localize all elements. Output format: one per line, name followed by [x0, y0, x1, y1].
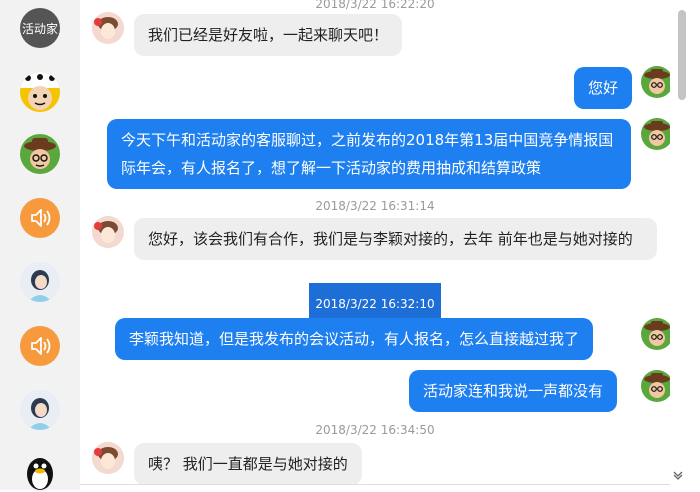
speaker-icon: [31, 209, 51, 227]
message-bubble-sent: 今天下午和活动家的客服聊过，之前发布的2018年第13届中国竞争情报国际年会，有…: [107, 119, 631, 189]
anime-avatar-icon: [20, 72, 60, 110]
scrollbar-thumb[interactable]: [678, 10, 686, 100]
cowboy-avatar-icon: [24, 138, 56, 169]
contact-avatar-girl-2[interactable]: [20, 390, 60, 430]
cowboy-avatar-icon: [644, 321, 670, 346]
qq-penguin-icon: [27, 458, 53, 490]
agent-avatar: [92, 12, 124, 44]
user-avatar: [641, 66, 670, 98]
chat-window: 2018/3/22 16:22:20 我们已经是好友啦，一起来聊天吧！ 您好 今…: [80, 0, 670, 490]
collapse-chevron-icon[interactable]: [672, 468, 684, 484]
agent-avatar-icon: [92, 12, 124, 44]
message-bubble-sent: 李颖我知道，但是我发布的会议活动，有人报名，怎么直接越过我了: [115, 318, 594, 360]
agent-avatar-icon: [92, 442, 124, 474]
message-timestamp: 2018/3/22 16:22:20: [315, 0, 435, 11]
chat-scrollbar[interactable]: [670, 0, 700, 490]
message-timestamp: 2018/3/22 16:31:14: [315, 199, 435, 213]
contact-avatar-cowboy[interactable]: [20, 134, 60, 174]
contact-speaker-1[interactable]: [20, 198, 60, 238]
girl-avatar-icon: [28, 270, 52, 302]
contact-sidebar: 活动家: [0, 0, 80, 492]
message-bubble-received: 咦？ 我们一直都是与她对接的: [134, 443, 362, 485]
contact-qq[interactable]: [20, 452, 60, 492]
cowboy-avatar-icon: [644, 121, 670, 146]
user-avatar: [641, 318, 670, 350]
message-bubble-sent: 您好: [574, 67, 633, 109]
contact-avatar-anime[interactable]: [20, 72, 60, 112]
user-avatar: [641, 370, 670, 402]
agent-avatar: [92, 216, 124, 248]
contact-avatar-huodongjia[interactable]: 活动家: [20, 8, 60, 48]
speaker-icon: [31, 337, 51, 355]
contact-speaker-2[interactable]: [20, 326, 60, 366]
girl-avatar-icon: [28, 398, 52, 430]
user-avatar: [641, 118, 670, 150]
message-bubble-received: 您好，该会我们有合作，我们是与李颖对接的，去年 前年也是与她对接的: [134, 218, 657, 260]
agent-avatar: [92, 442, 124, 474]
message-timestamp: 2018/3/22 16:34:50: [315, 423, 435, 437]
message-bubble-sent: 活动家连和我说一声都没有: [409, 370, 618, 412]
agent-avatar-icon: [92, 216, 124, 248]
message-bubble-received: 我们已经是好友啦，一起来聊天吧！: [134, 14, 403, 56]
message-timestamp-selected: 2018/3/22 16:32:10: [80, 283, 670, 325]
cowboy-avatar-icon: [644, 373, 670, 398]
contact-avatar-label: 活动家: [21, 21, 58, 36]
cowboy-avatar-icon: [644, 69, 670, 94]
contact-avatar-girl-1[interactable]: [20, 262, 60, 302]
input-divider: [80, 484, 670, 485]
